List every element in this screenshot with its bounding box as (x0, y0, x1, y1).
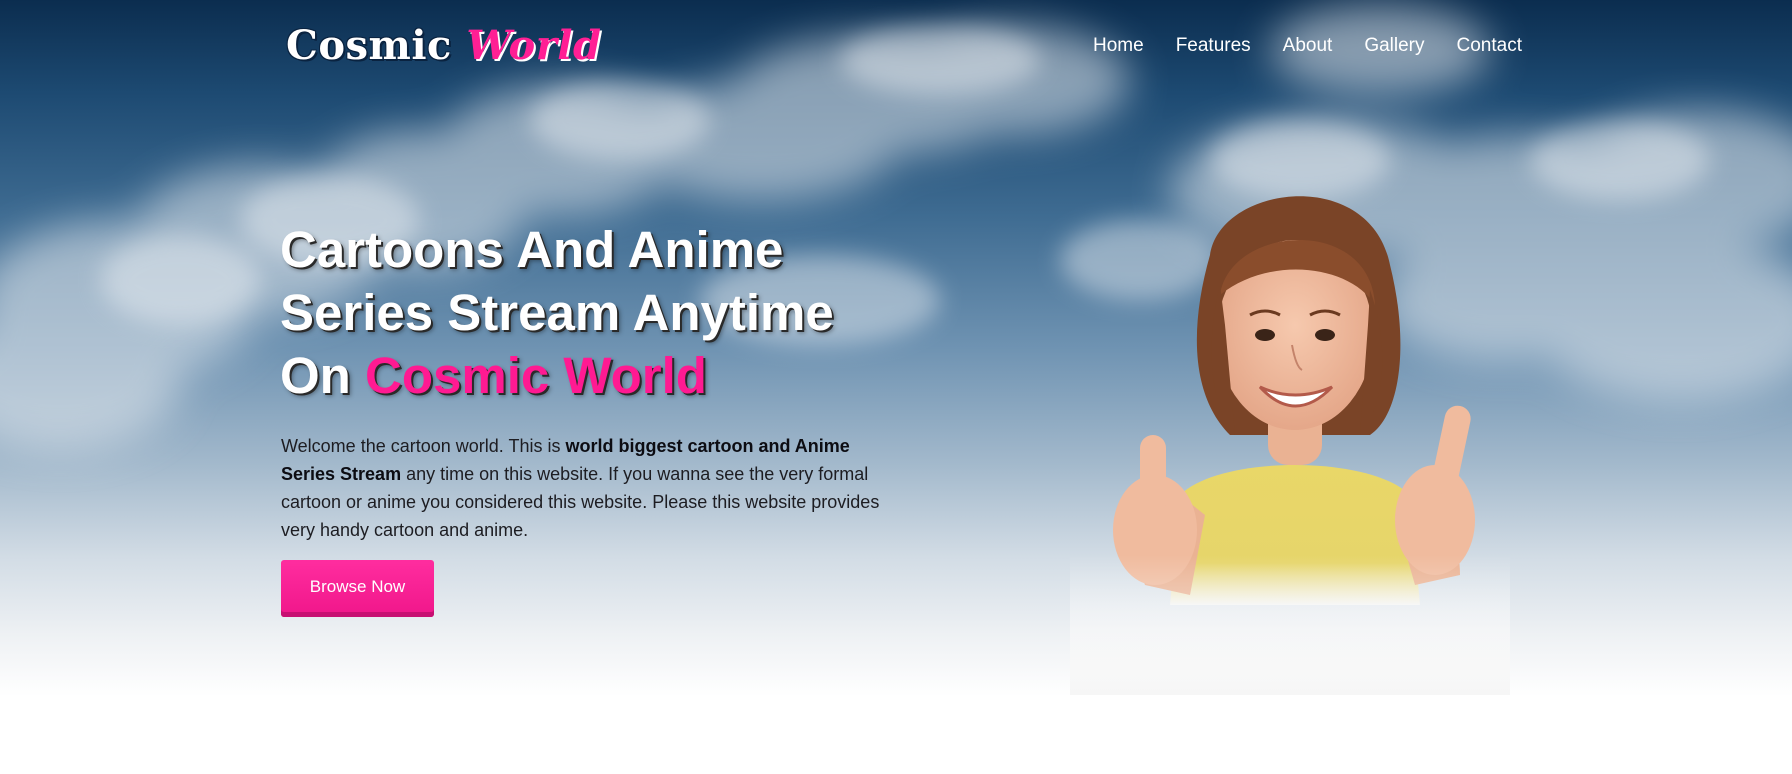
nav-features[interactable]: Features (1176, 34, 1251, 58)
headline-line-1: Cartoons And Anime (280, 221, 784, 278)
nav-home[interactable]: Home (1093, 34, 1144, 58)
nav-about[interactable]: About (1283, 34, 1333, 58)
site-logo[interactable]: Cosmic World (286, 16, 601, 76)
headline-highlight: Cosmic World (365, 347, 707, 404)
nav-gallery[interactable]: Gallery (1364, 34, 1424, 58)
headline-line-2: Series Stream Anytime (280, 284, 834, 341)
hero-description: Welcome the cartoon world. This is world… (281, 432, 901, 544)
logo-word-cosmic: Cosmic (286, 22, 452, 69)
headline-line-3-prefix: On (280, 347, 351, 404)
description-part-1: Welcome the cartoon world. This is (281, 436, 566, 456)
hero-headline: Cartoons And Anime Series Stream Anytime… (280, 218, 920, 407)
nav-contact[interactable]: Contact (1457, 34, 1522, 58)
hero-child-photo (1070, 196, 1510, 695)
logo-word-world: World (466, 22, 602, 69)
main-nav: Home Features About Gallery Contact (1093, 34, 1522, 58)
hero-section: Cosmic World Home Features About Gallery… (0, 0, 1792, 774)
browse-now-button[interactable]: Browse Now (281, 560, 434, 617)
